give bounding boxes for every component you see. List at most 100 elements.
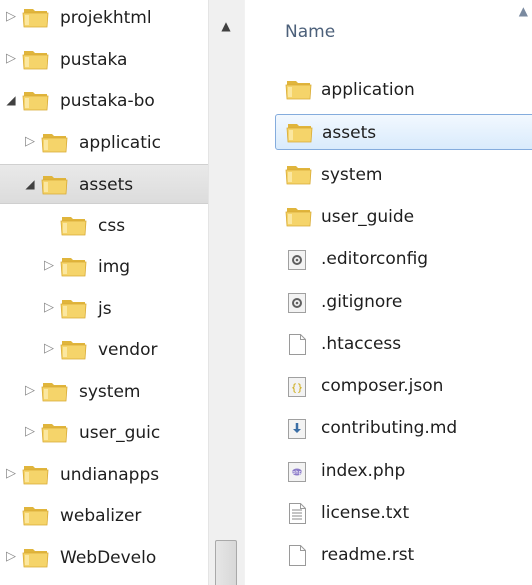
folder-icon (285, 163, 312, 187)
file-name: composer.json (321, 376, 444, 397)
file-name: .editorconfig (321, 249, 429, 270)
tree-item-label: assets (79, 175, 134, 195)
php-file-icon: php (285, 459, 309, 483)
tree-item-label: vendor (98, 340, 158, 360)
expand-arrow-icon[interactable]: ▷ (23, 382, 37, 400)
expand-arrow-icon[interactable]: ▷ (4, 465, 18, 483)
tree-item[interactable]: ▷ js (0, 289, 226, 329)
svg-text:{}: {} (291, 383, 303, 394)
folder-icon (22, 48, 50, 72)
markdown-file-icon (285, 416, 309, 440)
text-file-icon (285, 501, 309, 525)
folder-icon (41, 131, 69, 155)
config-file-icon (285, 290, 309, 314)
tree-item-label: user_guic (79, 423, 161, 443)
folder-icon (41, 173, 69, 197)
file-name: license.txt (321, 503, 410, 523)
tree-item[interactable]: ▷ system (0, 372, 226, 412)
blank-file-icon (285, 332, 309, 356)
file-name: contributing.md (321, 418, 458, 439)
tree-item[interactable]: ▷ pustaka (0, 40, 226, 80)
expand-arrow-icon[interactable]: ▷ (4, 548, 18, 566)
file-row[interactable]: user_guide (275, 199, 532, 235)
file-name: .htaccess (321, 333, 402, 354)
file-name: system (321, 164, 383, 185)
file-name: readme.rst (321, 545, 415, 566)
file-row[interactable]: application (275, 72, 532, 108)
tree-item[interactable]: css (0, 206, 226, 246)
explorer-window: ▷ projekhtml ▷ pustaka ◢ pustaka-bo ▷ applicati… (0, 0, 532, 585)
folder-icon (41, 421, 69, 445)
folder-icon (286, 121, 313, 145)
blank-file-icon (285, 543, 309, 567)
expand-arrow-icon[interactable]: ▷ (4, 50, 18, 68)
tree-item-label: applicatic (79, 132, 161, 153)
file-row[interactable]: .editorconfig (275, 241, 532, 277)
file-name: .gitignore (321, 291, 403, 312)
tree-item-label: system (79, 381, 141, 402)
file-row[interactable]: readme.rst (275, 537, 532, 573)
tree-item[interactable]: ▷ user_guic (0, 413, 226, 453)
file-row[interactable]: {} composer.json (275, 368, 532, 404)
tree-item[interactable]: webalizer (0, 496, 226, 536)
expand-arrow-icon[interactable]: ▷ (42, 340, 56, 358)
file-list-pane: Name ▲ application assets system user_guide… (244, 0, 532, 585)
tree-item-label: js (98, 298, 112, 319)
file-row[interactable]: php index.php (275, 453, 532, 489)
tree-item-label: projekhtml (60, 8, 152, 28)
expand-arrow-icon[interactable]: ▷ (42, 299, 56, 317)
tree-item[interactable]: ▷ undianapps (0, 455, 226, 495)
folder-icon (22, 504, 50, 528)
collapse-arrow-icon[interactable]: ◢ (23, 175, 37, 193)
folder-icon (60, 214, 88, 238)
tree-item[interactable]: ◢ pustaka-bo (0, 81, 226, 121)
folder-icon (22, 6, 50, 30)
name-column-header[interactable]: Name (285, 22, 335, 42)
folder-icon (22, 89, 50, 113)
expand-arrow-icon[interactable]: ▷ (4, 8, 18, 26)
folder-icon (41, 380, 69, 404)
file-row[interactable]: contributing.md (275, 410, 532, 446)
scroll-thumb[interactable] (215, 540, 237, 585)
tree-item-label: undianapps (60, 464, 160, 485)
tree-item[interactable]: ▷ img (0, 247, 226, 287)
file-row[interactable]: assets (275, 114, 532, 151)
json-file-icon: {} (285, 374, 309, 398)
folder-icon (60, 297, 88, 321)
tree-item[interactable]: ◢ assets (0, 164, 226, 204)
tree-item-label: css (98, 215, 126, 236)
folder-icon (22, 546, 50, 570)
expand-arrow-icon[interactable]: ▷ (23, 133, 37, 151)
tree-item-label: pustaka-bo (60, 91, 155, 111)
folder-icon (285, 78, 312, 102)
file-name: assets (322, 123, 377, 144)
tree-item-label: img (98, 257, 131, 277)
tree-item[interactable]: ▷ projekhtml (0, 0, 226, 38)
tree-item[interactable]: ▷ WebDevelo (0, 538, 226, 578)
tree-item-label: pustaka (60, 49, 128, 70)
config-file-icon (285, 247, 309, 271)
folder-icon (60, 338, 88, 362)
expand-arrow-icon[interactable]: ▷ (42, 257, 56, 275)
collapse-arrow-icon[interactable]: ◢ (4, 91, 18, 109)
folder-icon (22, 463, 50, 487)
navigation-pane: ▷ projekhtml ▷ pustaka ◢ pustaka-bo ▷ applicati… (0, 0, 244, 585)
svg-text:php: php (292, 470, 302, 476)
file-name: index.php (321, 460, 406, 481)
folder-icon (60, 255, 88, 279)
file-row[interactable]: .gitignore (275, 284, 532, 320)
file-row[interactable]: system (275, 157, 532, 193)
sort-arrow-icon: ▲ (518, 4, 528, 18)
file-name: user_guide (321, 206, 415, 227)
file-row[interactable]: .htaccess (275, 326, 532, 362)
file-name: application (321, 80, 415, 100)
tree-item[interactable]: ▷ applicatic (0, 123, 226, 163)
tree-item-label: WebDevelo (60, 547, 157, 568)
scroll-up-arrow-icon[interactable]: ▲ (217, 18, 235, 34)
folder-icon (285, 205, 312, 229)
file-row[interactable]: license.txt (275, 495, 532, 531)
expand-arrow-icon[interactable]: ▷ (23, 423, 37, 441)
tree-item-label: webalizer (60, 506, 142, 526)
tree-item[interactable]: ▷ vendor (0, 330, 226, 370)
nav-scrollbar[interactable]: ▲ (208, 0, 244, 585)
